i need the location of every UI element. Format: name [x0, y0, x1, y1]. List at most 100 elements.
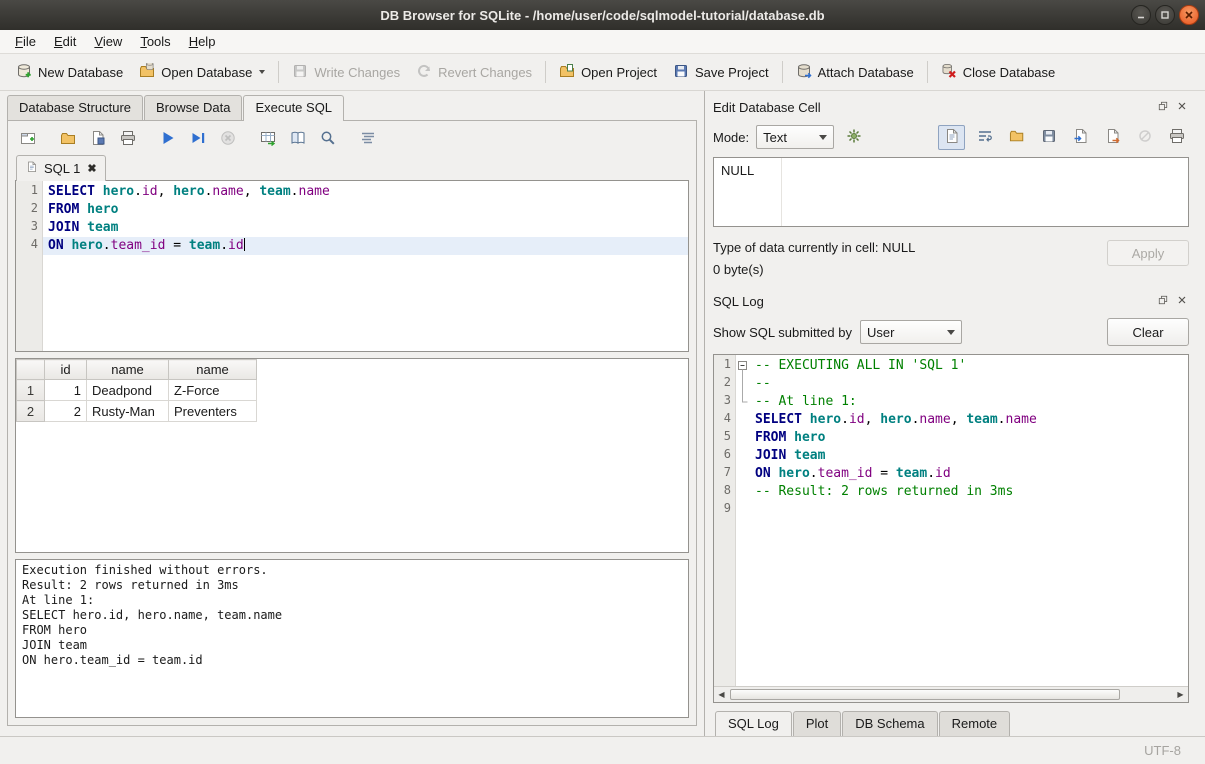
tab-execute-sql[interactable]: Execute SQL	[243, 95, 344, 121]
menu-help[interactable]: Help	[180, 31, 225, 52]
maximize-button[interactable]	[1155, 5, 1175, 25]
code-token: ,	[951, 412, 959, 427]
code-token: team_id	[818, 466, 873, 481]
import-button[interactable]	[1068, 126, 1093, 149]
menu-view[interactable]: View	[85, 31, 131, 52]
scroll-left-icon[interactable]: ◀	[714, 687, 729, 702]
tab-db-schema[interactable]: DB Schema	[842, 711, 937, 736]
float-icon[interactable]	[1155, 294, 1170, 309]
dock-tab-bar: SQL LogPlotDB SchemaRemote	[713, 709, 1189, 736]
fold-marker	[736, 483, 750, 501]
row-number[interactable]: 1	[17, 380, 45, 401]
submitter-select[interactable]: User	[860, 320, 962, 344]
code-line[interactable]: JOIN team	[43, 219, 688, 237]
tab-database-structure[interactable]: Database Structure	[7, 95, 143, 120]
code-line[interactable]: FROM hero	[43, 201, 688, 219]
toolbar-button-label: Revert Changes	[438, 65, 532, 80]
code-token: name	[299, 184, 330, 199]
code-token: team	[259, 184, 290, 199]
open-file-button[interactable]	[1004, 126, 1029, 149]
row-number[interactable]: 2	[17, 401, 45, 422]
menu-edit[interactable]: Edit	[45, 31, 85, 52]
chevron-down-icon	[819, 135, 827, 140]
tab-plot[interactable]: Plot	[793, 711, 841, 736]
save-project-button[interactable]: Save Project	[665, 59, 777, 86]
export-results-icon	[260, 130, 276, 149]
sql-log-view[interactable]: 123456789 -- EXECUTING ALL IN 'SQL 1'---…	[713, 354, 1189, 703]
horizontal-scrollbar[interactable]: ◀ ▶	[714, 686, 1188, 702]
close-tab-icon[interactable]: ✖	[87, 162, 96, 175]
print-button[interactable]	[1164, 126, 1189, 149]
export-results-button[interactable]	[255, 127, 281, 151]
code-token: SELECT	[755, 412, 802, 427]
save-file-button[interactable]	[1036, 126, 1061, 149]
cell[interactable]: Preventers	[169, 401, 257, 422]
code-line[interactable]: ON hero.team_id = team.id	[43, 237, 688, 255]
scroll-right-icon[interactable]: ▶	[1173, 687, 1188, 702]
edit-cell-header: Edit Database Cell	[713, 97, 1189, 117]
open-sql-file-button[interactable]	[55, 127, 81, 151]
open-database-button[interactable]: Open Database	[131, 59, 273, 86]
column-header[interactable]: id	[45, 360, 87, 380]
toolbar-button-label: New Database	[38, 65, 123, 80]
sql-code-area[interactable]: SELECT hero.id, hero.name, team.nameFROM…	[43, 181, 688, 351]
cell[interactable]: Rusty-Man	[87, 401, 169, 422]
mode-label: Mode:	[713, 130, 749, 145]
export-button[interactable]	[1100, 126, 1125, 149]
cell-editor[interactable]: NULL	[713, 157, 1189, 227]
tab-sql-log[interactable]: SQL Log	[715, 711, 792, 736]
close-icon[interactable]	[1174, 294, 1189, 309]
column-header[interactable]: name	[169, 360, 257, 380]
submitter-value: User	[867, 325, 894, 340]
save-sql-file-button[interactable]	[85, 127, 111, 151]
sql-log-body: 123456789 -- EXECUTING ALL IN 'SQL 1'---…	[714, 355, 1188, 686]
code-token: hero	[810, 412, 841, 427]
mode-select[interactable]: Text	[756, 125, 834, 149]
close-icon[interactable]	[1174, 100, 1189, 115]
line-number: 9	[714, 501, 735, 519]
sql-editor-tab[interactable]: SQL 1 ✖	[16, 155, 106, 181]
auto-mode-button[interactable]	[841, 126, 866, 149]
cell[interactable]: 1	[45, 380, 87, 401]
find-replace-button[interactable]	[315, 127, 341, 151]
print-button[interactable]	[115, 127, 141, 151]
line-number: 6	[714, 447, 735, 465]
word-wrap-button[interactable]	[972, 126, 997, 149]
attach-database-button[interactable]: Attach Database	[788, 59, 922, 86]
new-tab-button[interactable]	[15, 127, 41, 151]
code-line[interactable]: SELECT hero.id, hero.name, team.name	[43, 183, 688, 201]
sql-editor[interactable]: 1234 SELECT hero.id, hero.name, team.nam…	[15, 180, 689, 352]
close-icon	[1176, 100, 1188, 115]
minimize-button[interactable]	[1131, 5, 1151, 25]
open-file-icon	[1009, 128, 1025, 147]
cell[interactable]: Deadpond	[87, 380, 169, 401]
text-document-button[interactable]	[938, 125, 965, 150]
fold-marker	[736, 375, 750, 393]
menu-tools[interactable]: Tools	[131, 31, 179, 52]
new-database-button[interactable]: New Database	[8, 59, 131, 86]
close-button[interactable]	[1179, 5, 1199, 25]
line-number: 4	[16, 237, 42, 255]
menu-file[interactable]: File	[6, 31, 45, 52]
execute-all-button[interactable]	[155, 127, 181, 151]
clear-button[interactable]: Clear	[1107, 318, 1189, 346]
menubar: FileEditViewToolsHelp	[0, 30, 1205, 54]
output-line: ON hero.team_id = team.id	[22, 653, 682, 668]
output-line: SELECT hero.id, hero.name, team.name	[22, 608, 682, 623]
float-icon[interactable]	[1155, 100, 1170, 115]
cell[interactable]: 2	[45, 401, 87, 422]
column-header[interactable]: name	[87, 360, 169, 380]
save-results-button[interactable]	[285, 127, 311, 151]
execute-current-line-button[interactable]	[185, 127, 211, 151]
open-project-button[interactable]: Open Project	[551, 59, 665, 86]
tab-browse-data[interactable]: Browse Data	[144, 95, 242, 120]
format-sql-button[interactable]	[355, 127, 381, 151]
cell[interactable]: Z-Force	[169, 380, 257, 401]
scrollbar-thumb[interactable]	[730, 689, 1120, 700]
close-database-button[interactable]: Close Database	[933, 59, 1064, 86]
titlebar: DB Browser for SQLite - /home/user/code/…	[0, 0, 1205, 30]
sql-log-code: -- EXECUTING ALL IN 'SQL 1'---- At line …	[750, 355, 1188, 686]
chevron-down-icon[interactable]	[259, 70, 265, 74]
fold-collapse-icon[interactable]	[736, 357, 750, 375]
tab-remote[interactable]: Remote	[939, 711, 1011, 736]
